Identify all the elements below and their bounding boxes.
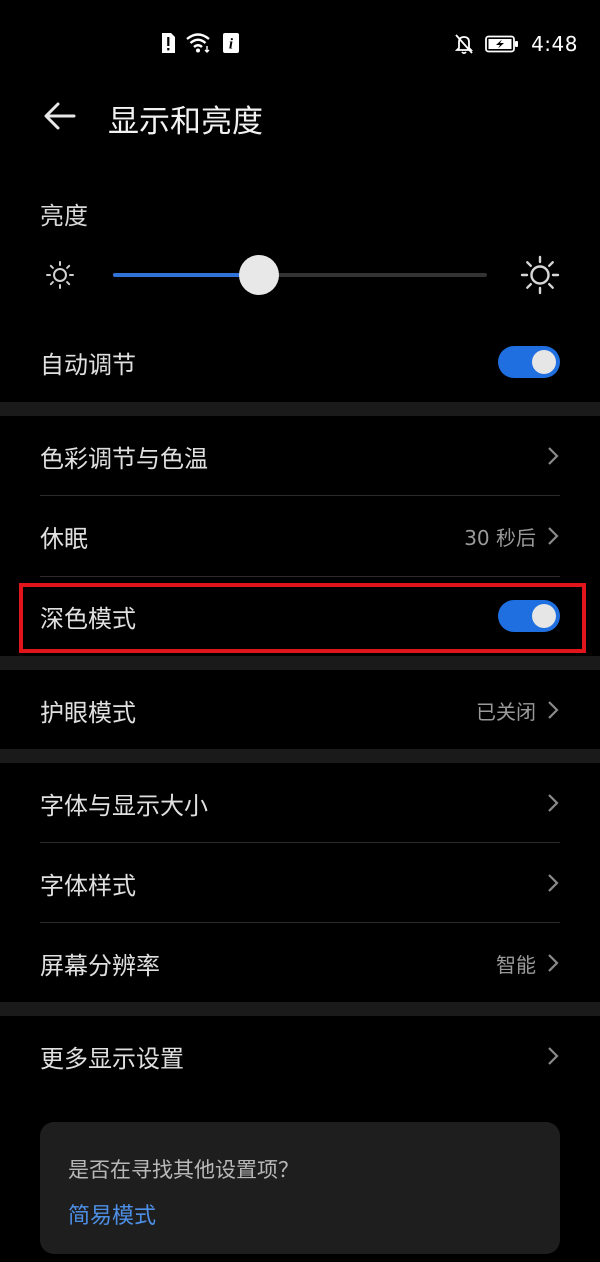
chevron-right-icon — [548, 527, 559, 545]
section-separator — [0, 749, 600, 763]
chevron-right-icon — [548, 1047, 559, 1065]
status-time: 4:48 — [531, 32, 578, 56]
font-size-row[interactable]: 字体与显示大小 — [40, 763, 560, 843]
eye-comfort-row[interactable]: 护眼模式 已关闭 — [40, 670, 560, 750]
back-arrow-icon[interactable] — [40, 96, 80, 136]
more-display-row[interactable]: 更多显示设置 — [40, 1016, 560, 1096]
chevron-right-icon — [548, 874, 559, 892]
chevron-right-icon — [548, 701, 559, 719]
font-size-label: 字体与显示大小 — [40, 791, 208, 820]
battery-charging-icon — [485, 35, 519, 53]
resolution-label: 屏幕分辨率 — [40, 951, 160, 980]
status-right-icons: 4:48 — [455, 32, 578, 56]
more-display-label: 更多显示设置 — [40, 1044, 184, 1073]
simple-mode-link[interactable]: 简易模式 — [68, 1198, 156, 1230]
brightness-slider-row — [0, 250, 600, 300]
suggestion-question: 是否在寻找其他设置项？ — [68, 1158, 299, 1182]
eye-comfort-value: 已关闭 — [476, 699, 536, 724]
status-left-icons: i — [160, 32, 240, 54]
brightness-slider-fill — [113, 273, 259, 277]
suggestion-card: 是否在寻找其他设置项？ 简易模式 — [40, 1122, 560, 1254]
sleep-value: 30 秒后 — [464, 525, 536, 550]
resolution-value: 智能 — [496, 952, 536, 977]
font-style-row[interactable]: 字体样式 — [40, 843, 560, 923]
chevron-right-icon — [548, 794, 559, 812]
color-temp-label: 色彩调节与色温 — [40, 444, 208, 473]
app-header: 显示和亮度 — [0, 90, 600, 150]
display-brightness-page: i 4:48 显示和亮度 亮度 自动调节 色彩调节与色温 休眠 30 秒后 深色… — [0, 0, 600, 1262]
chevron-right-icon — [548, 954, 559, 972]
auto-adjust-label: 自动调节 — [40, 350, 136, 379]
auto-adjust-row[interactable]: 自动调节 — [40, 322, 560, 402]
brightness-slider-track[interactable] — [113, 273, 487, 277]
brightness-slider-thumb[interactable] — [238, 255, 279, 295]
info-icon: i — [223, 33, 239, 53]
section-separator — [0, 656, 600, 670]
sleep-row[interactable]: 休眠 30 秒后 — [40, 496, 560, 576]
color-temp-row[interactable]: 色彩调节与色温 — [40, 416, 560, 496]
highlight-box — [19, 583, 586, 653]
auto-adjust-toggle[interactable] — [498, 346, 560, 378]
resolution-row[interactable]: 屏幕分辨率 智能 — [40, 923, 560, 1003]
status-bar: i 4:48 — [0, 0, 600, 90]
sleep-label: 休眠 — [40, 524, 88, 553]
brightness-high-icon — [520, 255, 560, 295]
brightness-low-icon — [46, 261, 74, 289]
section-separator — [0, 402, 600, 416]
notifications-off-icon — [455, 34, 474, 55]
eye-comfort-label: 护眼模式 — [40, 698, 136, 727]
section-separator — [0, 1002, 600, 1016]
page-title: 显示和亮度 — [108, 104, 263, 140]
brightness-label: 亮度 — [40, 202, 88, 230]
chevron-right-icon — [548, 447, 559, 465]
sim-alert-icon — [162, 33, 175, 53]
wifi-icon — [186, 33, 210, 53]
font-style-label: 字体样式 — [40, 871, 136, 900]
